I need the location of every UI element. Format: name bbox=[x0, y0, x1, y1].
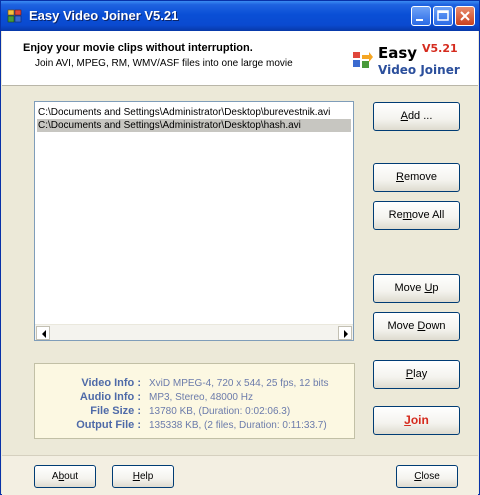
help-button[interactable]: Help bbox=[112, 465, 174, 488]
logo-product-name: Video Joiner bbox=[378, 63, 460, 77]
logo-easy-text: Easy bbox=[378, 44, 418, 62]
logo-icon bbox=[352, 49, 374, 71]
remove-all-button[interactable]: Remove All bbox=[373, 201, 460, 230]
file-info-panel: Video Info : XviD MPEG-4, 720 x 544, 25 … bbox=[34, 363, 355, 439]
file-size-value: 13780 KB, (Duration: 0:02:06.3) bbox=[149, 406, 291, 417]
list-item[interactable]: C:\Documents and Settings\Administrator\… bbox=[37, 119, 351, 132]
title-bar[interactable]: Easy Video Joiner V5.21 bbox=[1, 1, 479, 31]
move-up-button[interactable]: Move Up bbox=[373, 274, 460, 303]
output-file-value: 135338 KB, (2 files, Duration: 0:11:33.7… bbox=[149, 420, 327, 431]
scroll-right-button[interactable] bbox=[338, 326, 352, 340]
file-list[interactable]: C:\Documents and Settings\Administrator\… bbox=[34, 101, 354, 341]
arrow-right-icon bbox=[344, 330, 348, 338]
header-title: Enjoy your movie clips without interrupt… bbox=[23, 42, 253, 54]
app-window: Easy Video Joiner V5.21 Enjoy your movie… bbox=[0, 0, 480, 495]
footer-bar: About Help Close bbox=[2, 455, 478, 495]
video-info-label: Video Info : bbox=[81, 377, 141, 389]
video-info-value: XviD MPEG-4, 720 x 544, 25 fps, 12 bits bbox=[149, 378, 329, 389]
minimize-icon bbox=[416, 19, 423, 21]
scroll-left-button[interactable] bbox=[36, 326, 50, 340]
film-reel-icon bbox=[7, 8, 23, 24]
file-size-label: File Size : bbox=[90, 405, 141, 417]
play-button[interactable]: Play bbox=[373, 360, 460, 389]
horizontal-scrollbar[interactable] bbox=[35, 324, 353, 340]
maximize-button[interactable] bbox=[433, 6, 453, 26]
close-button[interactable]: Close bbox=[396, 465, 458, 488]
close-icon bbox=[460, 11, 470, 21]
about-button[interactable]: About bbox=[34, 465, 96, 488]
minimize-button[interactable] bbox=[411, 6, 431, 26]
maximize-icon bbox=[437, 10, 449, 21]
header-panel: Enjoy your movie clips without interrupt… bbox=[2, 31, 478, 86]
audio-info-label: Audio Info : bbox=[79, 391, 141, 403]
header-subtitle: Join AVI, MPEG, RM, WMV/ASF files into o… bbox=[35, 58, 293, 69]
remove-button[interactable]: Remove bbox=[373, 163, 460, 192]
move-down-button[interactable]: Move Down bbox=[373, 312, 460, 341]
window-title: Easy Video Joiner V5.21 bbox=[29, 8, 179, 23]
list-item[interactable]: C:\Documents and Settings\Administrator\… bbox=[37, 106, 351, 119]
audio-info-value: MP3, Stereo, 48000 Hz bbox=[149, 392, 253, 403]
output-file-label: Output File : bbox=[76, 419, 141, 431]
join-button[interactable]: Join bbox=[373, 406, 460, 435]
logo-version: V5.21 bbox=[422, 42, 458, 55]
add-button[interactable]: Add ... bbox=[373, 102, 460, 131]
close-window-button[interactable] bbox=[455, 6, 475, 26]
arrow-left-icon bbox=[42, 330, 46, 338]
